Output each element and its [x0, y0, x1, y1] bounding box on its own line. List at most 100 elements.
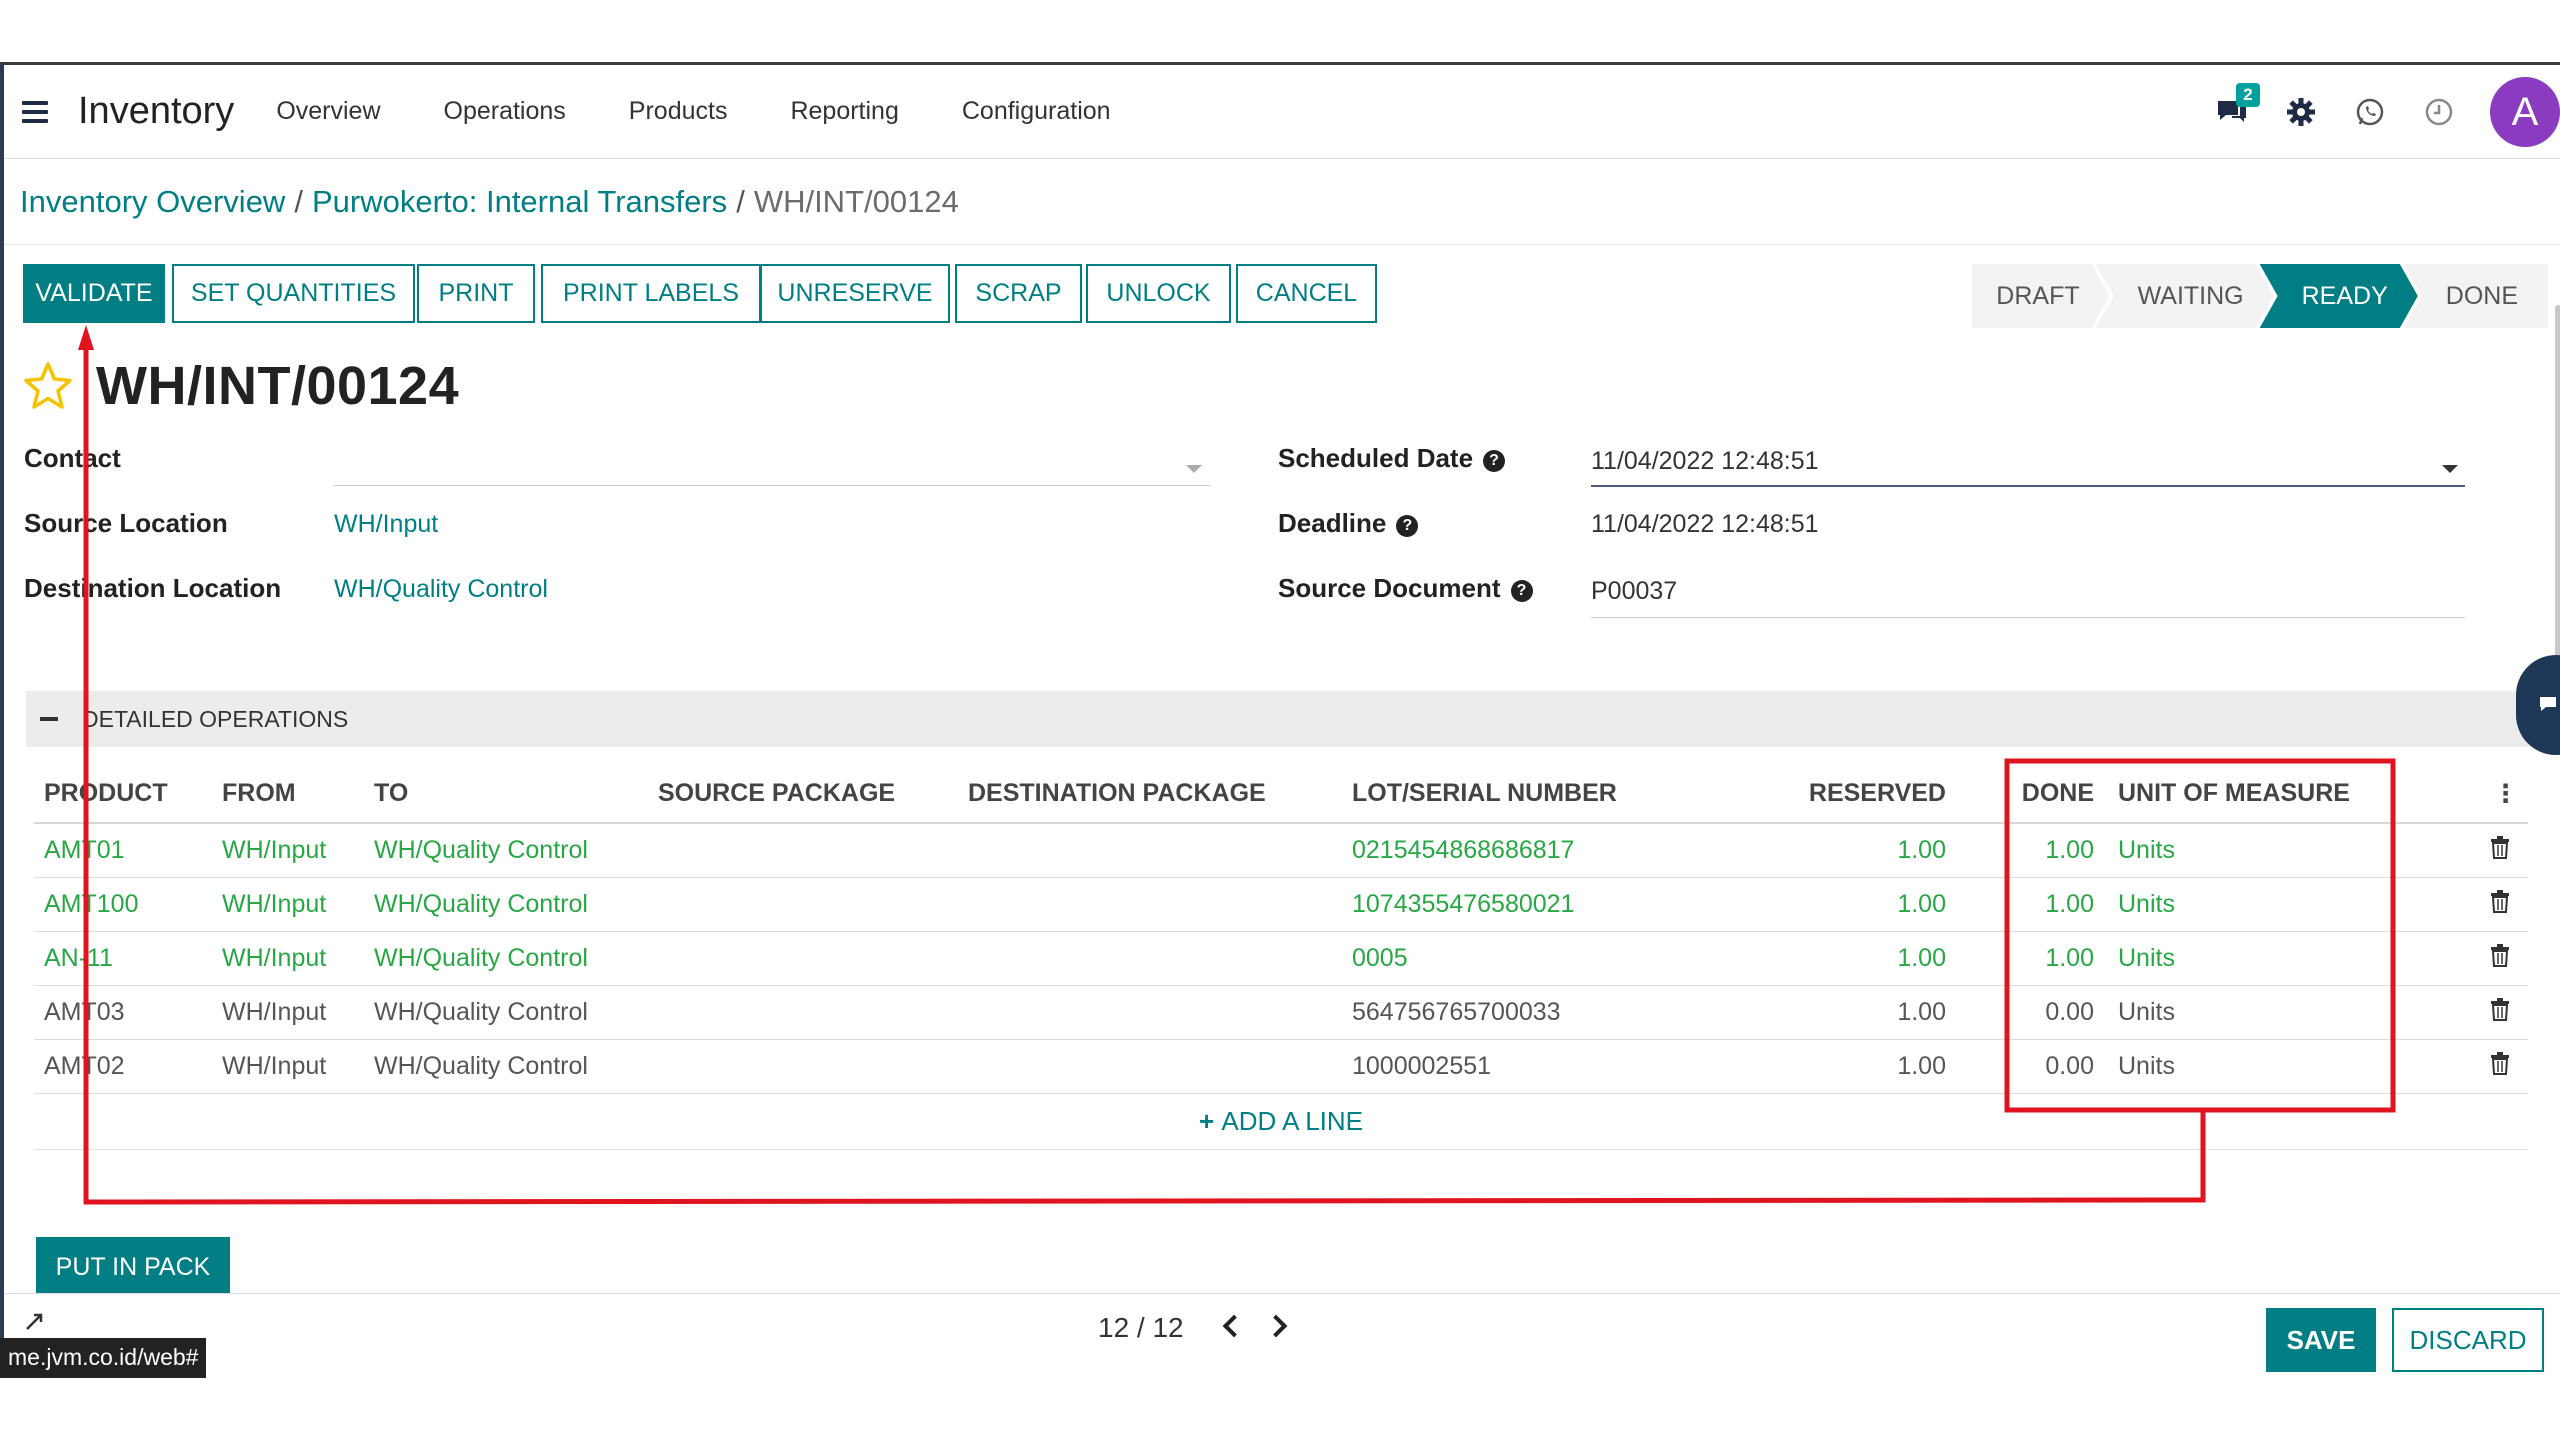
- cell-destination-package: [968, 985, 1352, 1040]
- trash-icon[interactable]: [2490, 835, 2510, 859]
- pager-value[interactable]: 12 / 12: [1098, 1312, 1184, 1344]
- stage-ready[interactable]: READY: [2260, 264, 2418, 328]
- scheduled-date-field[interactable]: 11/04/2022 12:48:51: [1591, 447, 1819, 476]
- col-from[interactable]: FROM: [222, 765, 374, 824]
- set-quantities-button[interactable]: SET QUANTITIES: [172, 264, 415, 323]
- cell-to: WH/Quality Control: [374, 877, 658, 932]
- cell-reserved: 1.00: [1706, 985, 1960, 1040]
- menu-operations[interactable]: Operations: [444, 97, 566, 126]
- user-avatar[interactable]: A: [2490, 77, 2560, 147]
- cell-lot: 0215454868686817: [1352, 823, 1706, 878]
- add-line-label: ADD A LINE: [1221, 1105, 1364, 1136]
- col-reserved[interactable]: RESERVED: [1706, 765, 1960, 824]
- whatsapp-icon[interactable]: [2352, 94, 2388, 130]
- app-menu-icon[interactable]: [22, 100, 48, 123]
- print-labels-button[interactable]: PRINT LABELS: [541, 264, 761, 323]
- col-done[interactable]: DONE: [1960, 765, 2108, 824]
- breadcrumb: Inventory Overview / Purwokerto: Interna…: [4, 159, 2560, 245]
- scheduled-date-caret-icon[interactable]: [2442, 465, 2458, 473]
- pager-previous-icon[interactable]: [1222, 1314, 1246, 1338]
- status-url-tooltip: me.jvm.co.id/web#: [0, 1338, 207, 1378]
- col-to[interactable]: TO: [374, 765, 658, 824]
- destination-location-field[interactable]: WH/Quality Control: [334, 575, 548, 604]
- optional-columns-icon[interactable]: ⋮: [2408, 765, 2528, 824]
- print-button[interactable]: PRINT: [417, 264, 535, 323]
- cell-source-package: [658, 931, 968, 986]
- table-row[interactable]: AMT100 WH/Input WH/Quality Control 10743…: [34, 877, 2528, 932]
- col-lot-serial[interactable]: LOT/SERIAL NUMBER: [1352, 765, 1706, 824]
- cell-product: AN-11: [34, 931, 222, 986]
- collapse-minus-icon[interactable]: [40, 717, 58, 721]
- source-location-field[interactable]: WH/Input: [334, 510, 438, 539]
- cell-actions: [2408, 877, 2528, 932]
- scrap-button[interactable]: SCRAP: [955, 264, 1082, 323]
- unreserve-button[interactable]: UNRESERVE: [760, 264, 950, 323]
- cell-reserved: 1.00: [1706, 823, 1960, 878]
- trash-icon[interactable]: [2490, 943, 2510, 967]
- stage-done[interactable]: DONE: [2403, 264, 2548, 328]
- table-row[interactable]: AMT03 WH/Input WH/Quality Control 564756…: [34, 985, 2528, 1040]
- gear-icon[interactable]: [2283, 94, 2319, 130]
- cell-uom: Units: [2108, 931, 2408, 986]
- record-title-row: WH/INT/00124: [4, 341, 2560, 431]
- cell-source-package: [658, 877, 968, 932]
- messages-icon[interactable]: 2: [2214, 83, 2260, 130]
- contact-field-underline: [334, 485, 1210, 486]
- menu-reporting[interactable]: Reporting: [790, 97, 898, 126]
- detailed-operations-header[interactable]: DETAILED OPERATIONS: [26, 691, 2536, 747]
- table-row[interactable]: AMT01 WH/Input WH/Quality Control 021545…: [34, 823, 2528, 878]
- menu-products[interactable]: Products: [629, 97, 728, 126]
- deadline-field[interactable]: 11/04/2022 12:48:51: [1591, 510, 1819, 539]
- menu-configuration[interactable]: Configuration: [962, 97, 1111, 126]
- contact-dropdown-caret-icon[interactable]: [1186, 465, 1202, 473]
- source-document-underline: [1591, 617, 2465, 618]
- col-unit-of-measure[interactable]: UNIT OF MEASURE: [2108, 765, 2408, 824]
- col-destination-package[interactable]: DESTINATION PACKAGE: [968, 765, 1352, 824]
- clock-icon[interactable]: [2421, 94, 2457, 130]
- cell-product: AMT03: [34, 985, 222, 1040]
- col-product[interactable]: PRODUCT: [34, 765, 222, 824]
- cancel-button[interactable]: CANCEL: [1236, 264, 1377, 323]
- form-fields: Contact Source Location WH/Input Destina…: [4, 431, 2560, 721]
- cell-uom: Units: [2108, 823, 2408, 878]
- table-row[interactable]: AMT02 WH/Input WH/Quality Control 100000…: [34, 1039, 2528, 1094]
- discard-button[interactable]: DISCARD: [2392, 1308, 2544, 1372]
- expand-arrow-icon: [24, 1312, 44, 1337]
- table-row[interactable]: AN-11 WH/Input WH/Quality Control 0005 1…: [34, 931, 2528, 986]
- unlock-button[interactable]: UNLOCK: [1086, 264, 1231, 323]
- record-title: WH/INT/00124: [96, 356, 460, 416]
- col-source-package[interactable]: SOURCE PACKAGE: [658, 765, 968, 824]
- trash-icon[interactable]: [2490, 1051, 2510, 1075]
- put-in-pack-button[interactable]: PUT IN PACK: [36, 1237, 230, 1297]
- app-title[interactable]: Inventory: [78, 90, 234, 133]
- stage-draft[interactable]: DRAFT: [1972, 264, 2109, 328]
- save-button[interactable]: SAVE: [2266, 1308, 2376, 1372]
- cell-done[interactable]: 0.00: [1960, 985, 2108, 1040]
- stage-waiting[interactable]: WAITING: [2096, 264, 2274, 328]
- cell-product: AMT02: [34, 1039, 222, 1094]
- cell-done[interactable]: 0.00: [1960, 1039, 2108, 1094]
- cell-from: WH/Input: [222, 877, 374, 932]
- cell-reserved: 1.00: [1706, 1039, 1960, 1094]
- trash-icon[interactable]: [2490, 997, 2510, 1021]
- trash-icon[interactable]: [2490, 889, 2510, 913]
- detailed-operations-title: DETAILED OPERATIONS: [82, 705, 349, 732]
- pager-next-icon[interactable]: [1264, 1314, 1288, 1338]
- cell-done[interactable]: 1.00: [1960, 877, 2108, 932]
- cell-product: AMT01: [34, 823, 222, 878]
- cell-actions: [2408, 823, 2528, 878]
- menu-overview[interactable]: Overview: [276, 97, 380, 126]
- breadcrumb-inventory-overview[interactable]: Inventory Overview: [20, 184, 285, 220]
- vertical-scrollbar[interactable]: [2555, 305, 2560, 665]
- help-icon: ?: [1483, 450, 1506, 472]
- cell-done[interactable]: 1.00: [1960, 931, 2108, 986]
- cell-from: WH/Input: [222, 985, 374, 1040]
- contact-field[interactable]: [334, 445, 1204, 481]
- breadcrumb-internal-transfers[interactable]: Purwokerto: Internal Transfers: [312, 184, 727, 220]
- validate-button[interactable]: VALIDATE: [23, 264, 165, 323]
- add-line-button[interactable]: + ADD A LINE: [1199, 1106, 1363, 1136]
- cell-source-package: [658, 985, 968, 1040]
- source-document-field[interactable]: P00037: [1591, 577, 1677, 606]
- star-icon[interactable]: [22, 361, 74, 416]
- cell-done[interactable]: 1.00: [1960, 823, 2108, 878]
